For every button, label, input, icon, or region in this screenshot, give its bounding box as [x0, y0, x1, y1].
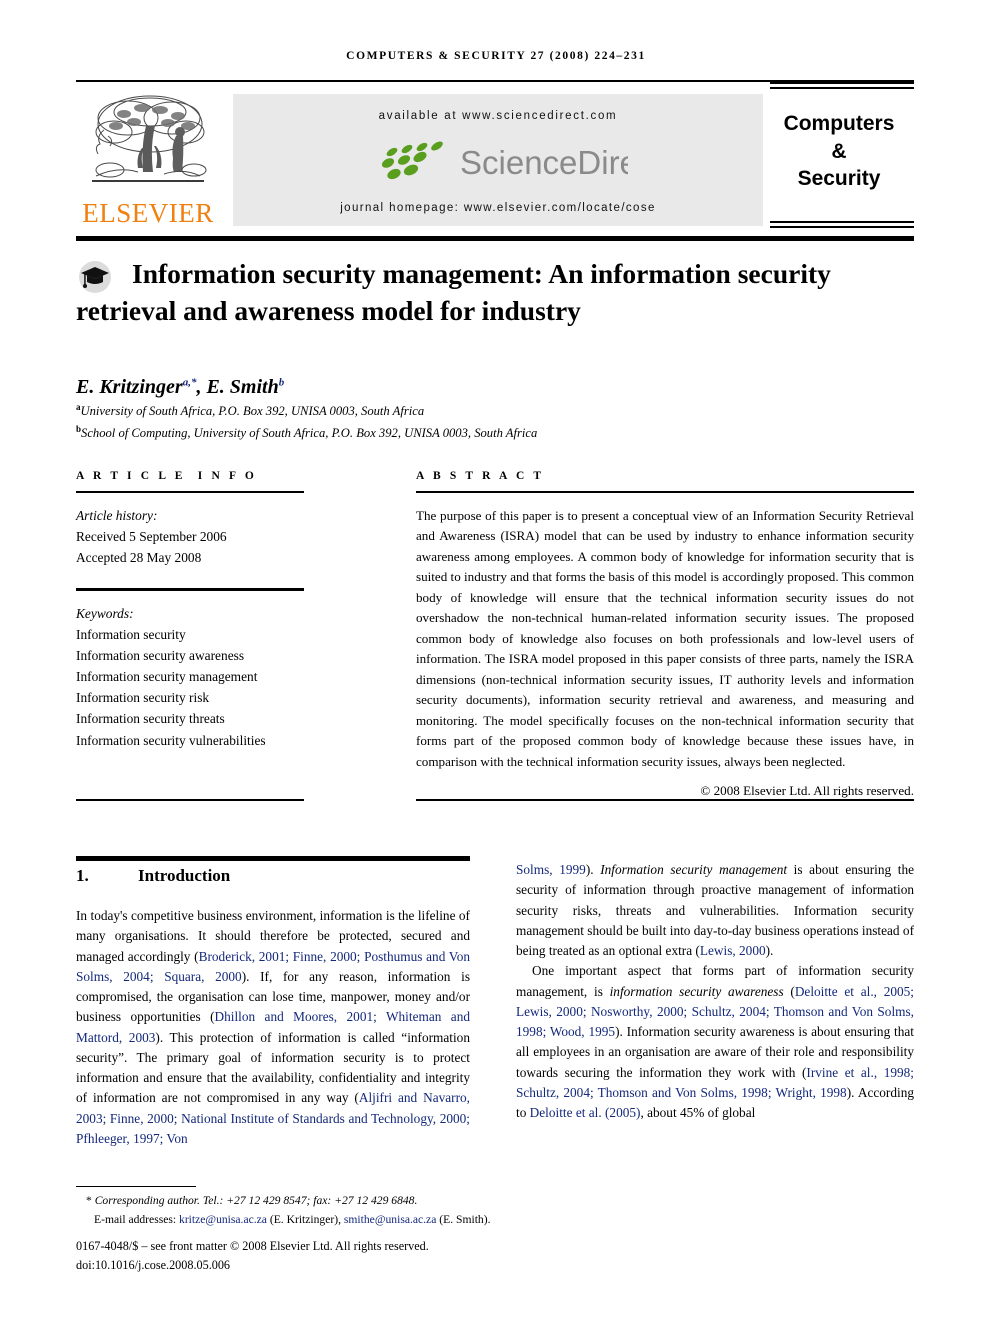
author-list: E. Kritzingera,*, E. Smithb: [76, 376, 285, 398]
sciencedirect-leaves-icon: ScienceDirect: [381, 141, 628, 181]
doi-line: doi:10.1016/j.cose.2008.05.006: [76, 1257, 231, 1272]
journal-masthead: ELSEVIER available at www.sciencedirect.…: [76, 82, 914, 236]
author-first: E. Kritzinger: [76, 376, 183, 398]
article-info-heading: A R T I C L E I N F O: [76, 470, 258, 482]
section-number: 1.: [76, 866, 89, 885]
running-head: Computers & security 27 (2008) 224–231: [346, 50, 646, 62]
elsevier-tree-logo: [92, 95, 207, 182]
journal-rule-bottom: [770, 221, 914, 228]
email-person-smith: (E. Smith): [439, 1212, 488, 1226]
abstract-text: The purpose of this paper is to present …: [416, 508, 914, 769]
article-first-page: Computers & security 27 (2008) 224–231: [0, 0, 992, 1323]
issn-line: 0167-4048/$ – see front matter © 2008 El…: [76, 1239, 429, 1253]
keyword-item: Information security vulnerabilities: [76, 732, 266, 748]
affiliation-list: aUniversity of South Africa, P.O. Box 39…: [76, 400, 914, 443]
article-history: Article history: Received 5 September 20…: [76, 505, 376, 569]
journal-name: Computers & Security: [764, 110, 914, 193]
email-link-kritzinger[interactable]: kritze@unisa.ac.za: [179, 1213, 267, 1226]
email-link-smith[interactable]: smithe@unisa.ac.za: [344, 1213, 436, 1226]
body-column-right: Solms, 1999). Information security manag…: [516, 860, 914, 1123]
affiliation-b: bSchool of Computing, University of Sout…: [76, 423, 538, 440]
sciencedirect-logo: ScienceDirect: [233, 139, 763, 187]
title-area: Information security management: An info…: [76, 256, 914, 329]
introduction-rule: [76, 856, 470, 861]
author-first-mark: a,*: [182, 376, 197, 389]
email-label: E-mail addresses:: [94, 1212, 177, 1226]
article-history-received: Received 5 September 2006: [76, 529, 227, 545]
keywords-label: Keywords:: [76, 605, 134, 621]
footnote-rule: [76, 1186, 196, 1187]
sciencedirect-banner: available at www.sciencedirect.com Scien…: [233, 94, 763, 226]
email-note: E-mail addresses: kritze@unisa.ac.za (E.…: [94, 1212, 491, 1226]
journal-rule-top: [770, 82, 914, 89]
abstract-column: A B S T R A C T The purpose of this pape…: [416, 470, 914, 799]
keywords-block: Keywords: Information security Informati…: [76, 603, 376, 751]
available-at-text: available at www.sciencedirect.com: [378, 110, 618, 122]
corresponding-author-mark: *: [86, 1194, 92, 1207]
info-bottom-rule: [76, 799, 304, 801]
section-title: Introduction: [138, 866, 231, 885]
graduation-cap-icon: [79, 261, 111, 293]
article-history-label: Article history:: [76, 508, 158, 523]
abstract-rule: [416, 491, 914, 493]
abstract-heading: A B S T R A C T: [416, 470, 545, 482]
abstract-copyright: © 2008 Elsevier Ltd. All rights reserved…: [700, 783, 914, 799]
corresponding-author-note: * Corresponding author. Tel.: +27 12 429…: [76, 1192, 636, 1211]
article-info-divider: [76, 587, 304, 591]
keyword-item: Information security: [76, 626, 186, 642]
footnote-block: * Corresponding author. Tel.: +27 12 429…: [76, 1192, 636, 1230]
journal-name-line-3: Security: [797, 167, 881, 191]
article-info-column: A R T I C L E I N F O Article history: R…: [76, 470, 376, 751]
masthead-bottom-rule: [76, 236, 914, 241]
elsevier-wordmark: ELSEVIER: [82, 198, 214, 228]
email-person-kritzinger: (E. Kritzinger): [269, 1212, 339, 1226]
author-second: E. Smith: [206, 376, 279, 398]
journal-name-line-1: Computers: [783, 112, 895, 135]
corresponding-author-text: Corresponding author. Tel.: +27 12 429 8…: [94, 1194, 418, 1207]
keyword-item: Information security risk: [76, 690, 210, 706]
body-column-left: In today's competitive business environm…: [76, 906, 470, 1149]
publisher-block: ELSEVIER: [76, 88, 226, 236]
affiliation-a: aUniversity of South Africa, P.O. Box 39…: [76, 402, 425, 419]
body-paragraph: Solms, 1999). Information security manag…: [516, 862, 915, 959]
article-history-accepted: Accepted 28 May 2008: [76, 550, 202, 566]
journal-name-line-2: &: [831, 139, 847, 163]
introduction-heading: 1. Introduction: [76, 866, 470, 886]
journal-title-block: Computers & Security: [764, 82, 914, 236]
keyword-item: Information security awareness: [76, 647, 245, 663]
imprint-block: 0167-4048/$ – see front matter © 2008 El…: [76, 1237, 676, 1275]
body-paragraph: In today's competitive business environm…: [76, 908, 470, 1146]
journal-homepage-text: journal homepage: www.elsevier.com/locat…: [340, 202, 656, 214]
keyword-item: Information security threats: [76, 711, 225, 727]
abstract-bottom-rule: [416, 799, 914, 801]
author-second-mark: b: [278, 376, 285, 389]
svg-text:ScienceDirect: ScienceDirect: [460, 144, 628, 181]
page-title: Information security management: An info…: [76, 258, 831, 326]
keyword-item: Information security management: [76, 669, 258, 685]
article-info-rule: [76, 491, 304, 493]
body-paragraph: One important aspect that forms part of …: [516, 963, 915, 1121]
